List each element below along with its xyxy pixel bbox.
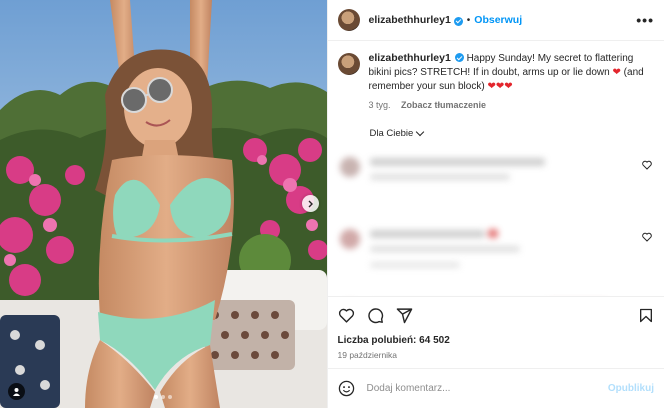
post-age: 3 tyg.: [368, 100, 391, 110]
follow-button[interactable]: Obserwuj: [474, 14, 522, 26]
instagram-post: elizabethhurley1 • Obserwuj ••• elizabet…: [0, 0, 664, 408]
comment-icon[interactable]: [367, 307, 384, 324]
like-comment-icon[interactable]: [642, 232, 652, 242]
comments-area[interactable]: elizabethhurley1 Happy Sunday! My secret…: [328, 41, 664, 296]
comment-composer: Opublikuj: [327, 368, 664, 408]
post-header: elizabethhurley1 • Obserwuj •••: [327, 0, 664, 41]
photo-illustration: [0, 0, 327, 408]
avatar[interactable]: [337, 9, 360, 31]
caption-meta: 3 tyg. Zobacz tłumaczenie: [369, 100, 649, 110]
next-slide-button[interactable]: [302, 195, 319, 212]
caption: elizabethhurley1 Happy Sunday! My secret…: [337, 51, 655, 110]
carousel-dot: [161, 395, 166, 399]
post-comment-button[interactable]: Opublikuj: [608, 383, 654, 394]
avatar[interactable]: [337, 53, 360, 75]
heart-emoji: ❤: [612, 67, 621, 78]
list-item: [338, 147, 655, 211]
comment-input[interactable]: [364, 382, 608, 395]
emoji-icon[interactable]: [338, 380, 355, 397]
list-item: [338, 291, 655, 296]
action-icons: [338, 305, 655, 325]
username-link[interactable]: elizabethhurley1: [369, 14, 451, 26]
hearts-emoji: ❤❤❤: [487, 81, 513, 92]
post-side-panel: elizabethhurley1 • Obserwuj ••• elizabet…: [326, 0, 664, 408]
post-date: 19 października: [337, 350, 398, 360]
post-photo[interactable]: [0, 0, 327, 408]
carousel-indicator: [0, 395, 327, 399]
like-icon[interactable]: [338, 307, 355, 324]
separator: •: [466, 14, 471, 26]
verified-icon: [453, 16, 463, 26]
share-icon[interactable]: [396, 307, 413, 324]
chevron-down-icon: [416, 127, 425, 137]
carousel-dot: [168, 395, 173, 399]
likes-count[interactable]: Liczba polubień: 64 502: [338, 335, 655, 346]
next-slide-icon: [308, 200, 313, 207]
post-actions: Liczba polubień: 64 502 19 października: [327, 296, 664, 368]
more-icon[interactable]: •••: [636, 12, 654, 28]
verified-icon: [454, 53, 464, 62]
bookmark-icon[interactable]: [638, 307, 654, 324]
caption-text: elizabethhurley1 Happy Sunday! My secret…: [369, 51, 649, 94]
comments-filter-label: Dla Ciebie: [369, 128, 414, 139]
list-item: [338, 219, 655, 283]
translate-link[interactable]: Zobacz tłumaczenie: [401, 100, 486, 110]
carousel-dot: [154, 395, 159, 399]
caption-username[interactable]: elizabethhurley1: [369, 52, 451, 64]
comments-filter-dropdown[interactable]: Dla Ciebie: [369, 127, 655, 139]
like-comment-icon[interactable]: [642, 160, 652, 170]
